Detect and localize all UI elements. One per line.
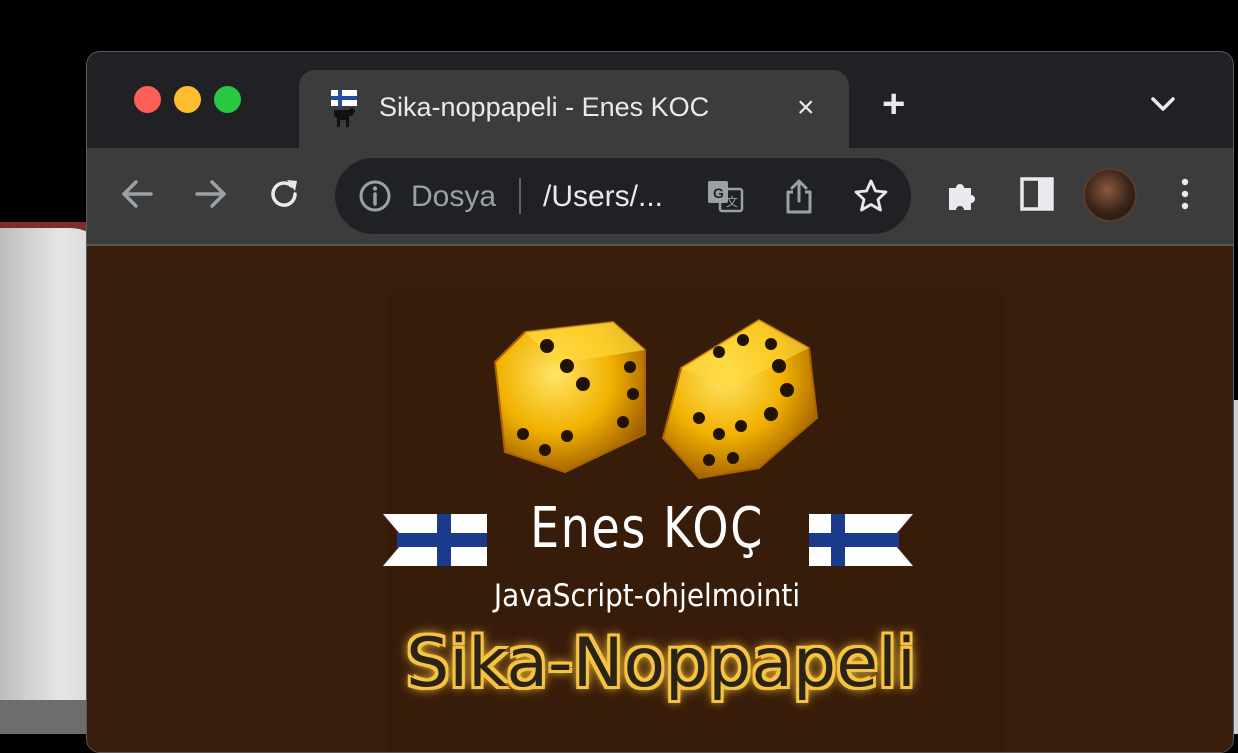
profile-avatar[interactable] xyxy=(1083,168,1137,222)
url-separator xyxy=(519,178,521,214)
author-logo: Enes KOÇ xyxy=(383,496,913,576)
arrow-right-icon xyxy=(195,180,226,208)
chevron-down-icon[interactable] xyxy=(1149,94,1177,114)
page-title: Sika-Noppapeli xyxy=(406,624,916,703)
kebab-menu-icon xyxy=(1181,178,1189,210)
browser-window: Sika-noppapeli - Enes KOC × + Dosya /Use… xyxy=(86,51,1234,753)
share-icon[interactable] xyxy=(781,176,817,216)
finnish-flag-right-icon xyxy=(809,514,913,566)
side-panel-button[interactable] xyxy=(1013,170,1061,218)
url-scheme-label: Dosya xyxy=(411,180,497,213)
svg-text:G: G xyxy=(713,185,724,201)
forward-button[interactable] xyxy=(187,170,235,218)
browser-menu-button[interactable] xyxy=(1161,170,1209,218)
finnish-lion-icon xyxy=(331,90,357,127)
back-button[interactable] xyxy=(113,170,161,218)
info-icon[interactable] xyxy=(357,178,393,214)
new-tab-button[interactable]: + xyxy=(882,84,905,124)
traffic-lights xyxy=(134,86,241,113)
star-icon[interactable] xyxy=(851,176,891,216)
svg-text:文: 文 xyxy=(726,194,738,209)
page-content: Enes KOÇ JavaScript-ohjelmointi Sika-Nop… xyxy=(87,246,1233,752)
extensions-button[interactable] xyxy=(939,170,987,218)
finnish-flag-left-icon xyxy=(383,514,487,566)
close-window-button[interactable] xyxy=(134,86,161,113)
tab-close-icon[interactable]: × xyxy=(797,91,815,125)
arrow-left-icon xyxy=(122,180,153,208)
puzzle-icon xyxy=(949,184,975,210)
tab-title: Sika-noppapeli - Enes KOC xyxy=(379,92,710,122)
minimize-window-button[interactable] xyxy=(174,86,201,113)
maximize-window-button[interactable] xyxy=(214,86,241,113)
tab-strip: Sika-noppapeli - Enes KOC × + xyxy=(87,52,1233,148)
background-object-base xyxy=(0,700,100,734)
toolbar: Dosya /Users/... G 文 xyxy=(87,148,1233,246)
url-text[interactable]: /Users/... xyxy=(543,180,663,214)
tab-active[interactable]: Sika-noppapeli - Enes KOC × xyxy=(299,70,849,148)
page-subtitle: JavaScript-ohjelmointi xyxy=(493,578,801,614)
address-bar[interactable]: Dosya /Users/... G 文 xyxy=(335,158,911,234)
author-name: Enes KOÇ xyxy=(530,496,764,561)
translate-icon[interactable]: G 文 xyxy=(705,176,745,216)
reload-button[interactable] xyxy=(260,170,308,218)
reload-icon xyxy=(271,180,297,207)
dice-icon xyxy=(493,318,819,480)
side-panel-icon xyxy=(1020,177,1054,211)
